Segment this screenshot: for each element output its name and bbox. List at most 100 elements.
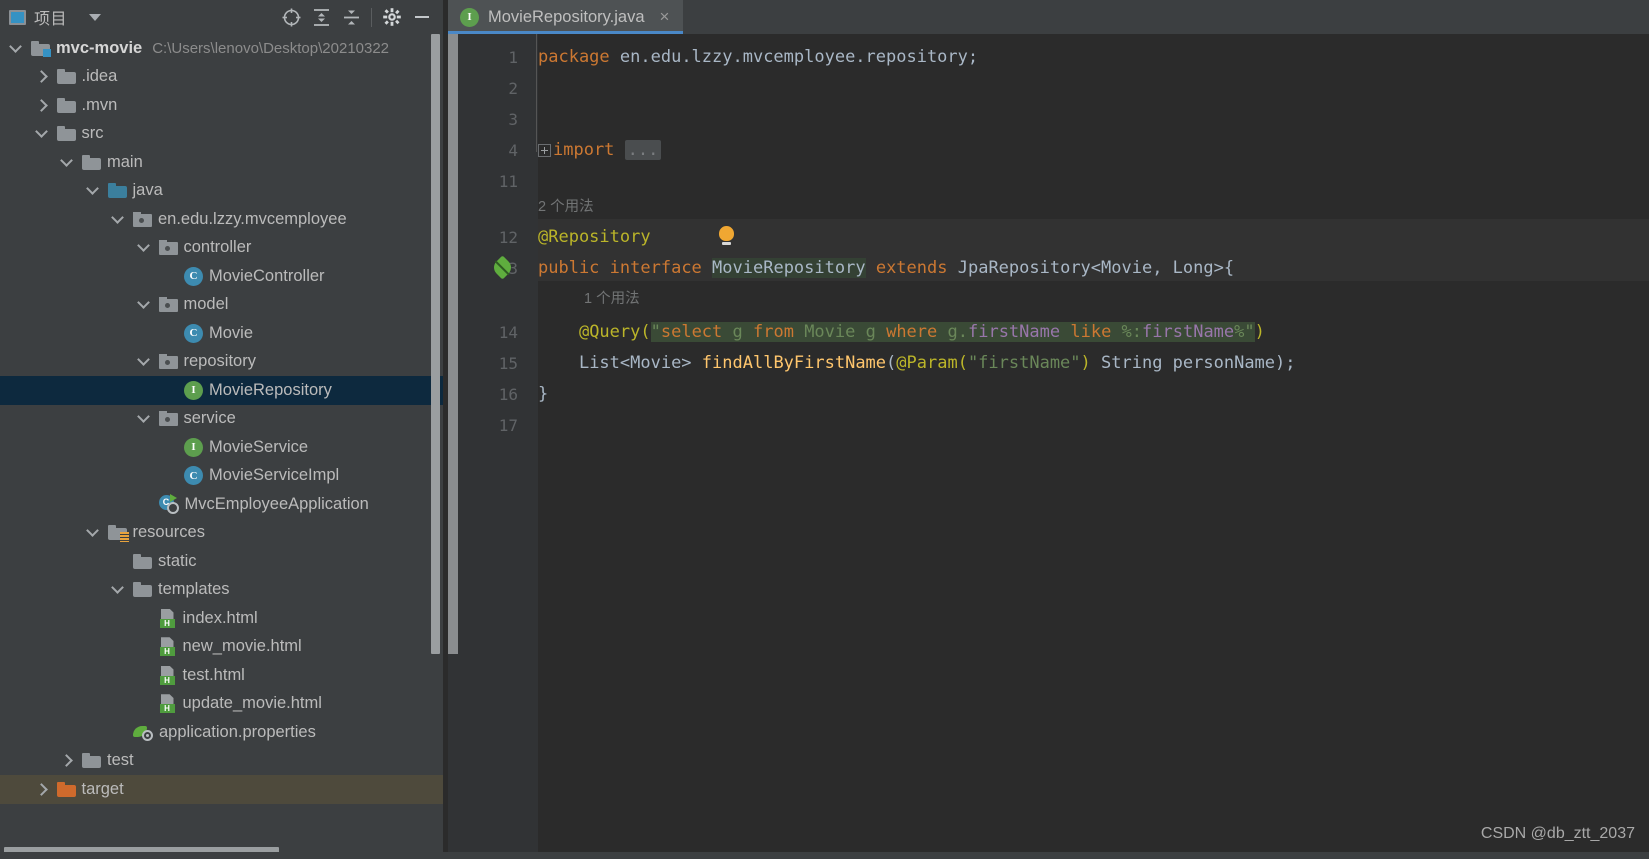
chevron-down-icon[interactable] <box>34 126 49 141</box>
tree-row[interactable]: en.edu.lzzy.mvcemployee <box>0 205 443 234</box>
code-line-1[interactable]: package en.edu.lzzy.mvcemployee.reposito… <box>538 42 978 73</box>
code-line-4[interactable]: import ... <box>538 135 662 166</box>
package-icon <box>158 354 178 370</box>
project-tree-vertical-scrollbar[interactable] <box>431 34 440 654</box>
hide-tool-window-icon[interactable] <box>407 2 437 32</box>
chevron-down-icon[interactable] <box>136 354 151 369</box>
tree-row[interactable]: resources <box>0 519 443 548</box>
tree-row[interactable]: templates <box>0 576 443 605</box>
code-content[interactable]: 2 个用法 1 个用法 package en.edu.lzzy.mvcemploye… <box>536 34 1649 859</box>
editor-tab-movierepository[interactable]: I MovieRepository.java × <box>448 0 684 34</box>
tree-row-label: java <box>132 181 163 200</box>
tree-row[interactable]: Hupdate_movie.html <box>0 690 443 719</box>
settings-gear-icon[interactable] <box>377 2 407 32</box>
tree-row[interactable]: Hindex.html <box>0 604 443 633</box>
chevron-down-icon[interactable] <box>110 212 125 227</box>
chevron-down-icon[interactable] <box>8 41 23 56</box>
chevron-right-icon[interactable] <box>34 782 49 797</box>
select-opened-file-icon[interactable] <box>276 2 306 32</box>
line-number: 4 <box>508 141 518 160</box>
code-line-12[interactable]: @Repository <box>538 222 651 253</box>
tree-row[interactable]: main <box>0 148 443 177</box>
tree-row-label: static <box>158 551 197 570</box>
tree-row[interactable]: Htest.html <box>0 661 443 690</box>
tree-row-label: service <box>183 409 236 428</box>
intention-bulb-icon[interactable] <box>719 226 734 245</box>
chevron-down-icon[interactable] <box>85 183 100 198</box>
tool-window-actions <box>276 0 437 34</box>
tree-row[interactable]: .idea <box>0 63 443 92</box>
tree-row[interactable]: application.properties <box>0 718 443 747</box>
project-view-icon <box>9 9 26 25</box>
tree-row[interactable]: .mvn <box>0 91 443 120</box>
usage-hint[interactable]: 2 个用法 <box>538 194 594 220</box>
tree-row-label: target <box>81 779 124 798</box>
status-strip <box>0 852 1649 859</box>
project-file-tree[interactable]: mvc-movie C:\Users\lenovo\Desktop\2021032… <box>0 34 443 859</box>
tree-row[interactable]: mvc-movie C:\Users\lenovo\Desktop\2021032… <box>0 34 443 63</box>
tree-row-label: new_movie.html <box>182 637 302 656</box>
project-title-group[interactable]: 项目 <box>0 5 102 29</box>
close-icon[interactable]: × <box>660 7 670 27</box>
chevron-down-icon[interactable] <box>136 240 151 255</box>
tree-row[interactable]: I MovieRepository <box>0 376 443 405</box>
tree-row[interactable]: C MovieController <box>0 262 443 291</box>
tree-row[interactable]: C MvcEmployeeApplication <box>0 490 443 519</box>
chevron-right-icon[interactable] <box>34 69 49 84</box>
interface-icon: I <box>184 437 203 457</box>
line-number: 17 <box>498 416 518 435</box>
code-line-13[interactable]: public interface MovieRepository extends… <box>538 253 1234 284</box>
tree-row[interactable]: model <box>0 291 443 320</box>
folder-icon <box>133 582 152 598</box>
tree-row-label: templates <box>158 580 230 599</box>
chevron-down-icon[interactable] <box>59 155 74 170</box>
tree-row[interactable]: C Movie <box>0 319 443 348</box>
chevron-down-icon[interactable] <box>85 525 100 540</box>
tree-row[interactable]: C MovieServiceImpl <box>0 462 443 491</box>
chevron-down-icon[interactable] <box>136 297 151 312</box>
tree-row[interactable]: service <box>0 405 443 434</box>
code-folding-strip[interactable] <box>530 34 538 859</box>
excluded-folder-icon <box>56 781 76 797</box>
tree-row[interactable]: test <box>0 747 443 776</box>
chevron-right-icon[interactable] <box>34 98 49 113</box>
tree-row[interactable]: I MovieService <box>0 433 443 462</box>
tree-row[interactable]: target <box>0 775 443 804</box>
tree-row[interactable]: Hnew_movie.html <box>0 633 443 662</box>
tree-row[interactable]: static <box>0 547 443 576</box>
chevron-down-icon[interactable] <box>136 411 151 426</box>
code-line-14[interactable]: @Query("select g from Movie g where g.fi… <box>538 317 1265 348</box>
interface-icon: I <box>460 7 479 27</box>
code-line-15[interactable]: List<Movie> findAllByFirstName(@Param("f… <box>538 348 1296 379</box>
tree-row[interactable]: repository <box>0 348 443 377</box>
fold-guide-line <box>536 34 537 152</box>
editor-gutter[interactable]: 123411121314151617 <box>448 34 530 859</box>
code-line-16[interactable]: } <box>538 379 548 410</box>
fold-placeholder[interactable]: ... <box>624 140 662 160</box>
html-file-icon: H <box>159 608 177 628</box>
expand-fold-icon[interactable] <box>538 143 551 157</box>
chevron-right-icon[interactable] <box>59 753 74 768</box>
watermark-text: CSDN @db_ztt_2037 <box>1480 825 1635 842</box>
tree-row[interactable]: java <box>0 177 443 206</box>
interface-icon: I <box>184 380 203 400</box>
expand-all-icon[interactable] <box>306 2 336 32</box>
tree-row[interactable]: src <box>0 120 443 149</box>
tree-row[interactable]: controller <box>0 234 443 263</box>
annotation-row-highlight <box>538 219 1649 250</box>
module-folder-icon <box>31 40 51 57</box>
spring-properties-icon <box>133 724 153 741</box>
collapse-all-icon[interactable] <box>336 2 366 32</box>
chevron-down-icon[interactable] <box>89 13 102 21</box>
editor-body[interactable]: 123411121314151617 2 个用法 1 个用法 package en.… <box>448 34 1649 859</box>
chevron-down-icon[interactable] <box>110 582 125 597</box>
folder-icon <box>56 126 76 142</box>
usage-hint[interactable]: 1 个用法 <box>584 286 640 312</box>
